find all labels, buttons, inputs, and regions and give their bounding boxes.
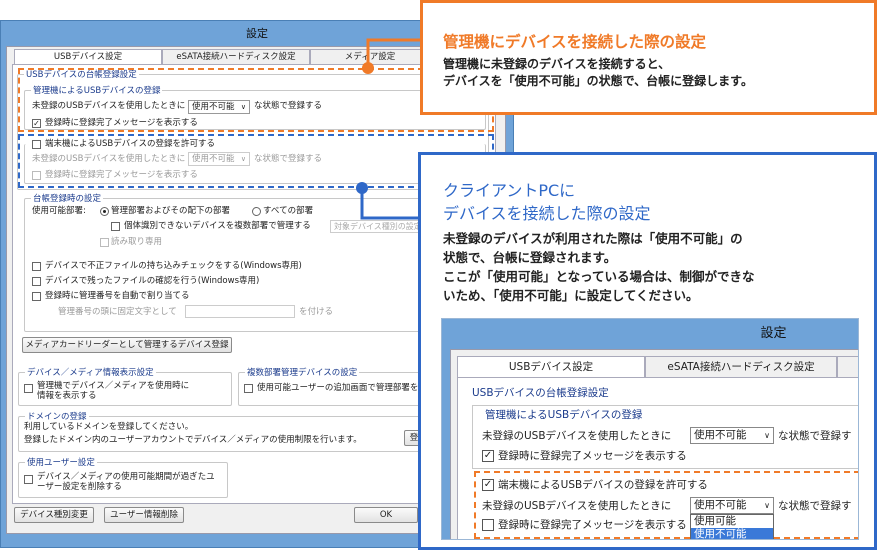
inset-terminal-notify-checkbox[interactable] (482, 519, 494, 531)
chevron-down-icon: ∨ (764, 431, 770, 440)
admin-callout-line1: 管理機に未登録のデバイスを接続すると、 (443, 57, 671, 71)
inset-terminal-select[interactable]: 使用不可能 ∨ (690, 497, 774, 514)
inset-notify-checkbox[interactable]: ✓ (482, 450, 494, 462)
client-callout-title1: クライアントPCに (443, 181, 576, 200)
client-callout-title2: デバイスを接続した際の設定 (443, 204, 651, 223)
inset-dialog: 設定 USBデバイス設定 eSATA接続ハードディスク設定 USBデバイスの台帳… (441, 318, 859, 540)
inset-suffix: な状態で登録す (778, 430, 852, 442)
client-callout-line4: いため、「使用不可能」に設定してください。 (443, 288, 699, 303)
inset-title: 設定 (760, 326, 787, 341)
inset-state-select[interactable]: 使用不可能 ∨ (690, 427, 774, 444)
inset-tab-esata[interactable]: eSATA接続ハードディスク設定 (645, 356, 837, 378)
inset-registry-legend: USBデバイスの台帳登録設定 (472, 387, 609, 399)
inset-notify-label: 登録時に登録完了メッセージを表示する (498, 450, 687, 462)
inset-terminal-allow-label: 端末機によるUSBデバイスの登録を許可する (498, 479, 708, 491)
inset-terminal-notify-label: 登録時に登録完了メッセージを表示する (498, 519, 687, 531)
admin-callout-line2: デバイスを「使用不可能」の状態で、台帳に登録します。 (443, 74, 753, 88)
orange-connector-dot (362, 62, 374, 74)
inset-tab-usb[interactable]: USBデバイス設定 (457, 356, 645, 378)
inset-terminal-suffix: な状態で登録す (778, 500, 852, 512)
blue-connector-dot (356, 182, 368, 194)
chevron-down-icon: ∨ (764, 501, 770, 510)
client-callout-line3: ここが「使用可能」となっている場合は、制御ができな (443, 269, 755, 284)
inset-tab-more[interactable] (837, 356, 858, 378)
inset-prefix: 未登録のUSBデバイスを使用したときに (482, 430, 672, 442)
option-usable[interactable]: 使用可能 (691, 515, 773, 528)
option-unusable[interactable]: 使用不可能 (691, 528, 773, 539)
orange-connector (366, 38, 420, 68)
client-callout-line1: 未登録のデバイスが利用された際は「使用不可能」の (443, 231, 743, 246)
inset-managed-legend: 管理機によるUSBデバイスの登録 (482, 408, 646, 422)
admin-callout-title: 管理機にデバイスを接続した際の設定 (443, 33, 707, 51)
inset-dropdown-list: 使用可能 使用不可能 (690, 514, 774, 539)
client-callout-line2: 状態で、台帳に登録されます。 (443, 250, 617, 265)
inset-terminal-prefix: 未登録のUSBデバイスを使用したときに (482, 500, 672, 512)
inset-terminal-allow-checkbox[interactable]: ✓ (482, 479, 494, 491)
blue-connector (360, 188, 418, 220)
